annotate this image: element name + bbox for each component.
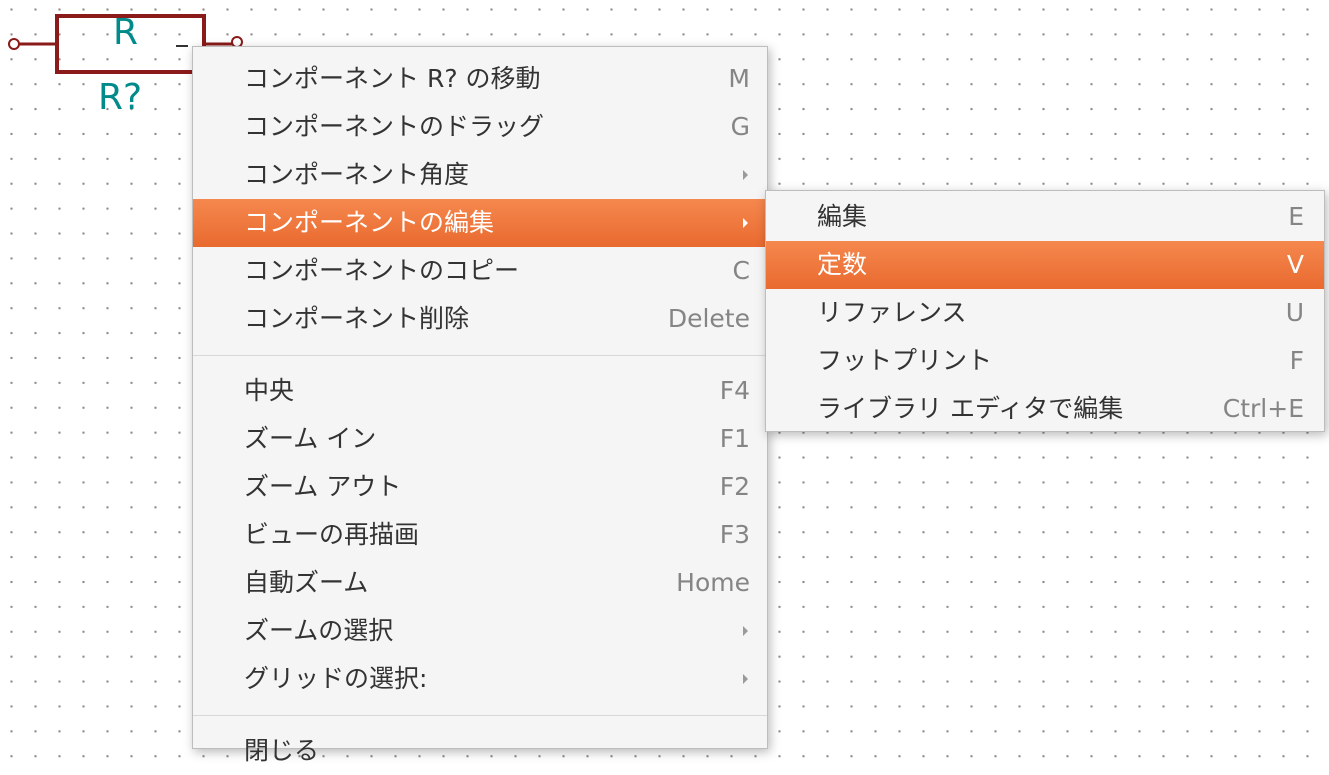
menu-item-shortcut: F4 bbox=[719, 376, 750, 405]
menu-item-label: ライブラリ エディタで編集 bbox=[817, 394, 1124, 423]
menu-item-label: コンポーネントのコピー bbox=[244, 256, 520, 285]
menu-item-shortcut: Delete bbox=[667, 304, 750, 333]
menu-item-shortcut: C bbox=[732, 256, 750, 285]
menu-item-label: コンポーネント R? の移動 bbox=[244, 64, 541, 93]
menu-item-label: 閉じる bbox=[244, 736, 320, 765]
menu-item-label: 定数 bbox=[817, 250, 868, 279]
menu-item-label: 中央 bbox=[244, 376, 295, 405]
context-menu-item[interactable]: ズーム イン F1 bbox=[193, 415, 767, 463]
menu-item-shortcut: Home bbox=[676, 568, 750, 597]
context-menu-item[interactable]: 自動ズーム Home bbox=[193, 559, 767, 607]
submenu-arrow-icon bbox=[743, 170, 748, 180]
context-menu-item[interactable]: ビューの再描画 F3 bbox=[193, 511, 767, 559]
submenu-arrow-icon bbox=[743, 626, 748, 636]
context-menu-item[interactable]: ズーム アウト F2 bbox=[193, 463, 767, 511]
pin-left-icon bbox=[8, 38, 20, 50]
menu-item-label: ズーム アウト bbox=[244, 472, 402, 501]
menu-item-label: 自動ズーム bbox=[244, 568, 369, 597]
submenu-arrow-icon bbox=[743, 218, 748, 228]
menu-item-label: 編集 bbox=[817, 202, 868, 231]
submenu-item[interactable]: リファレンス U bbox=[766, 289, 1324, 337]
context-menu-item[interactable]: 中央 F4 bbox=[193, 367, 767, 415]
context-menu-item[interactable]: グリッドの選択: bbox=[193, 655, 767, 703]
menu-item-shortcut: F2 bbox=[719, 472, 750, 501]
submenu-item[interactable]: 編集 E bbox=[766, 193, 1324, 241]
context-menu: コンポーネント R? の移動 M コンポーネントのドラッグ G コンポーネント角度 コンポ… bbox=[192, 46, 768, 765]
context-menu-item[interactable]: コンポーネント削除 Delete bbox=[193, 295, 767, 343]
menu-item-shortcut: M bbox=[728, 64, 750, 93]
menu-item-shortcut: E bbox=[1288, 202, 1304, 231]
context-menu-item[interactable]: コンポーネントの編集 bbox=[193, 199, 767, 247]
context-menu-item[interactable]: コンポーネント R? の移動 M bbox=[193, 55, 767, 103]
menu-separator bbox=[193, 715, 767, 716]
menu-item-label: ズーム イン bbox=[244, 424, 377, 453]
menu-item-shortcut: G bbox=[730, 112, 750, 141]
menu-item-label: ビューの再描画 bbox=[244, 520, 420, 549]
menu-item-label: グリッドの選択: bbox=[244, 664, 428, 693]
menu-item-label: コンポーネントのドラッグ bbox=[244, 112, 545, 141]
context-menu-item[interactable]: ズームの選択 bbox=[193, 607, 767, 655]
menu-item-label: コンポーネント削除 bbox=[244, 304, 470, 333]
menu-item-label: フットプリント bbox=[817, 346, 993, 375]
menu-item-shortcut: U bbox=[1285, 298, 1304, 327]
submenu-item[interactable]: 定数 V bbox=[766, 241, 1324, 289]
menu-item-shortcut: F bbox=[1289, 346, 1304, 375]
menu-item-label: リファレンス bbox=[817, 298, 967, 327]
component-reference-label[interactable]: R bbox=[113, 15, 138, 51]
submenu-item[interactable]: フットプリント F bbox=[766, 337, 1324, 385]
edit-component-submenu: 編集 E 定数 V リファレンス U フットプリント F ライブラリ エディタで編集 Ctrl+E bbox=[765, 190, 1325, 432]
menu-item-shortcut: F3 bbox=[719, 520, 750, 549]
context-menu-item[interactable]: コンポーネントのドラッグ G bbox=[193, 103, 767, 151]
submenu-arrow-icon bbox=[743, 674, 748, 684]
menu-item-label: コンポーネントの編集 bbox=[244, 208, 495, 237]
context-menu-item[interactable]: コンポーネント角度 bbox=[193, 151, 767, 199]
menu-separator bbox=[193, 355, 767, 356]
component-value-label[interactable]: R? bbox=[98, 80, 142, 116]
menu-item-shortcut: Ctrl+E bbox=[1222, 394, 1304, 423]
menu-item-label: コンポーネント角度 bbox=[244, 160, 470, 189]
context-menu-item[interactable]: 閉じる bbox=[193, 727, 767, 775]
context-menu-item[interactable]: コンポーネントのコピー C bbox=[193, 247, 767, 295]
submenu-item[interactable]: ライブラリ エディタで編集 Ctrl+E bbox=[766, 385, 1324, 433]
menu-item-label: ズームの選択 bbox=[244, 616, 394, 645]
menu-item-shortcut: V bbox=[1286, 250, 1304, 279]
menu-item-shortcut: F1 bbox=[719, 424, 750, 453]
